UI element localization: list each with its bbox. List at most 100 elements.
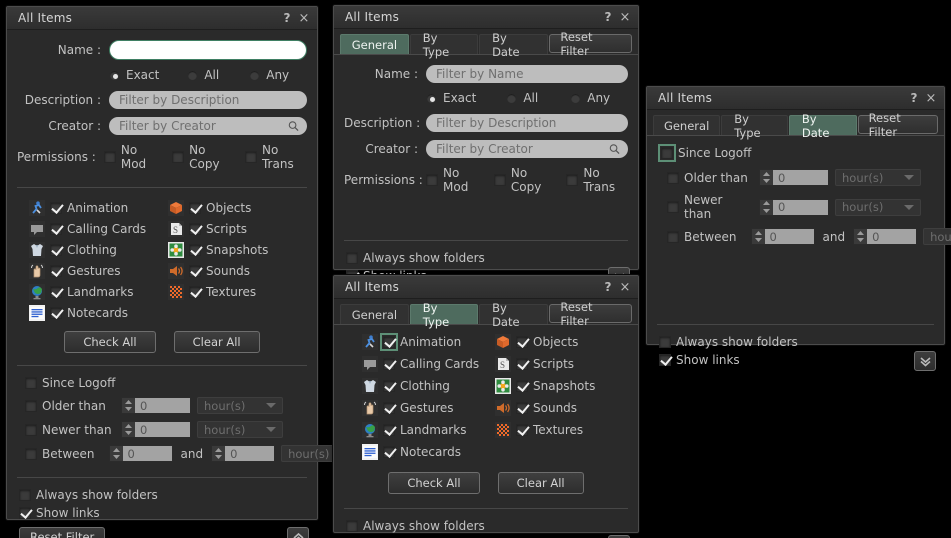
type-item-clothing[interactable]: Clothing [362, 378, 495, 394]
older-than-value[interactable]: 0 [773, 169, 829, 186]
radio-all[interactable]: All [506, 91, 538, 105]
older-than-spin-buttons[interactable] [121, 397, 135, 414]
tab-general[interactable]: General [653, 115, 721, 135]
type-checkbox-animation[interactable]: Animation [380, 333, 461, 351]
creator-input[interactable]: Filter by Creator [426, 140, 628, 158]
filter-window-expanded[interactable]: All Items ? × Name : Exact All Any Descr… [6, 6, 360, 538]
reset-filter-button[interactable]: Reset Filter [549, 300, 633, 328]
between-to-spinner[interactable]: 0 [853, 228, 918, 245]
type-item-clothing[interactable]: Clothing [29, 242, 168, 258]
help-icon[interactable]: ? [280, 10, 294, 26]
type-item-notecards[interactable]: Notecards [362, 444, 495, 460]
between-to-value[interactable]: 0 [225, 445, 276, 462]
checkbox-always-show-folders[interactable]: Always show folders [346, 519, 628, 533]
older-than-value[interactable]: 0 [135, 397, 191, 414]
reset-filter-button[interactable]: Reset Filter [19, 527, 106, 538]
radio-any[interactable]: Any [249, 68, 289, 82]
between-to-spin-buttons[interactable] [211, 445, 226, 462]
checkbox-show-links[interactable]: Show links [19, 506, 307, 520]
help-icon[interactable]: ? [907, 90, 921, 106]
description-input[interactable]: Filter by Description [426, 114, 628, 132]
type-checkbox-textures[interactable]: Textures [516, 423, 583, 437]
type-checkbox-gestures[interactable]: Gestures [383, 401, 454, 415]
spin-down-icon[interactable] [122, 406, 135, 414]
filter-window-general[interactable]: All Items ? × General By Type By Date Re… [333, 5, 639, 287]
type-item-landmarks[interactable]: Landmarks [362, 422, 495, 438]
tab-by-date[interactable]: By Date [479, 31, 549, 59]
checkbox-always-show-folders[interactable]: Always show folders [346, 251, 628, 265]
spin-down-icon[interactable] [854, 237, 867, 245]
title-bar[interactable]: All Items ? × [7, 7, 317, 30]
spin-down-icon[interactable] [760, 207, 773, 215]
filter-window-by-type[interactable]: All Items ? × General By Type By Date Re… [333, 275, 639, 538]
description-input[interactable]: Filter by Description [109, 91, 307, 109]
type-item-snapshots[interactable]: Snapshots [495, 378, 628, 394]
newer-than-spin-buttons[interactable] [759, 198, 773, 216]
spin-down-icon[interactable] [212, 454, 225, 462]
older-than-spinner[interactable]: 0 [759, 169, 829, 186]
type-checkbox-gestures[interactable]: Gestures [50, 264, 121, 278]
spin-down-icon[interactable] [122, 430, 135, 438]
newer-than-unit-dropdown[interactable]: hour(s) [835, 198, 921, 216]
spin-up-icon[interactable] [854, 229, 867, 237]
help-icon[interactable]: ? [601, 9, 615, 25]
checkbox-no-copy[interactable]: No Copy [493, 166, 554, 194]
search-icon[interactable] [288, 121, 299, 132]
type-checkbox-landmarks[interactable]: Landmarks [50, 285, 133, 299]
type-checkbox-notecards[interactable]: Notecards [383, 445, 461, 459]
type-checkbox-clothing[interactable]: Clothing [383, 379, 450, 393]
title-bar[interactable]: All Items ? × [647, 87, 944, 110]
type-item-gestures[interactable]: Gestures [362, 400, 495, 416]
spin-up-icon[interactable] [110, 446, 123, 454]
type-checkbox-textures[interactable]: Textures [189, 285, 256, 299]
checkbox-no-mod[interactable]: No Mod [426, 166, 482, 194]
type-item-snapshots[interactable]: Snapshots [168, 242, 307, 258]
title-bar[interactable]: All Items ? × [334, 6, 638, 29]
check-all-button[interactable]: Check All [64, 331, 156, 353]
spin-up-icon[interactable] [122, 398, 135, 406]
reset-filter-button[interactable]: Reset Filter [549, 30, 633, 58]
checkbox-between[interactable]: Between [25, 447, 95, 461]
close-icon[interactable]: × [618, 9, 632, 25]
type-item-textures[interactable]: Textures [168, 284, 307, 300]
between-to-spin-buttons[interactable] [853, 228, 868, 245]
checkbox-no-mod[interactable]: No Mod [103, 143, 160, 171]
spin-down-icon[interactable] [752, 237, 765, 245]
spin-up-icon[interactable] [212, 446, 225, 454]
name-input[interactable]: Filter by Name [426, 65, 628, 83]
type-item-sounds[interactable]: Sounds [168, 263, 307, 279]
checkbox-older-than[interactable]: Older than [25, 399, 115, 413]
newer-than-spinner[interactable]: 0 [121, 421, 191, 438]
type-item-animation[interactable]: Animation [362, 333, 495, 351]
between-from-spin-buttons[interactable] [108, 445, 123, 462]
between-from-spinner[interactable]: 0 [750, 228, 815, 245]
collapse-up-button[interactable] [287, 527, 309, 538]
reset-filter-button[interactable]: Reset Filter [857, 111, 938, 139]
older-than-spin-buttons[interactable] [759, 169, 773, 186]
newer-than-unit-dropdown[interactable]: hour(s) [197, 421, 283, 438]
help-icon[interactable]: ? [601, 279, 615, 295]
type-item-objects[interactable]: Objects [168, 200, 307, 216]
tab-by-type[interactable]: By Type [409, 31, 479, 59]
type-checkbox-calling-cards[interactable]: Calling Cards [383, 357, 479, 371]
type-item-scripts[interactable]: S Scripts [168, 221, 307, 237]
checkbox-no-copy[interactable]: No Copy [172, 143, 233, 171]
older-than-spinner[interactable]: 0 [121, 397, 191, 414]
type-item-gestures[interactable]: Gestures [29, 263, 168, 279]
checkbox-show-links[interactable]: Show links [659, 353, 934, 367]
radio-any[interactable]: Any [570, 91, 610, 105]
checkbox-newer-than[interactable]: Newer than [661, 193, 753, 221]
between-to-value[interactable]: 0 [867, 228, 918, 245]
radio-all[interactable]: All [187, 68, 219, 82]
type-checkbox-clothing[interactable]: Clothing [50, 243, 117, 257]
name-input[interactable] [109, 40, 307, 60]
creator-input[interactable]: Filter by Creator [109, 117, 307, 135]
tab-by-type[interactable]: By Type [409, 301, 479, 329]
newer-than-value[interactable]: 0 [135, 421, 191, 438]
between-from-spinner[interactable]: 0 [108, 445, 173, 462]
type-checkbox-objects[interactable]: Objects [516, 335, 578, 349]
spin-up-icon[interactable] [752, 229, 765, 237]
spin-up-icon[interactable] [760, 200, 773, 208]
older-than-unit-dropdown[interactable]: hour(s) [835, 169, 921, 186]
type-item-sounds[interactable]: Sounds [495, 400, 628, 416]
